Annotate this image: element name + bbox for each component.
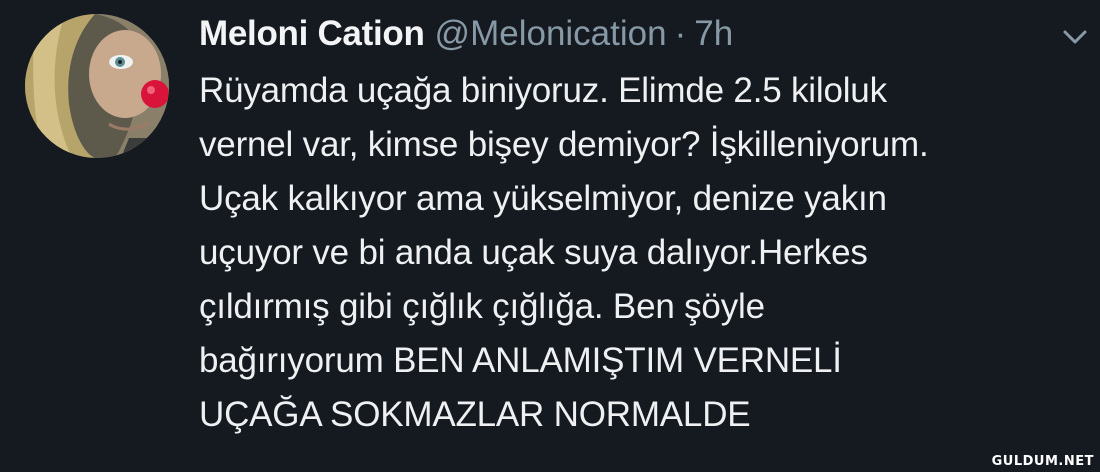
chevron-down-icon	[1063, 30, 1087, 44]
display-name[interactable]: Meloni Cation	[199, 14, 425, 54]
user-handle[interactable]: @Melonication	[435, 14, 667, 54]
tweet-text-line: çıldırmış gibi çığlık çığlığa. Ben şöyle	[199, 287, 765, 326]
avatar[interactable]	[25, 14, 169, 158]
tweet-text: Rüyamda uçağa biniyoruz. Elimde 2.5 kilo…	[199, 64, 1089, 442]
tweet-text-line: Uçak kalkıyor ama yükselmiyor, denize ya…	[199, 179, 887, 218]
tweet-card: Meloni Cation @Melonication · 7h Rüyamda…	[0, 0, 1100, 472]
watermark: GULDUM.NET	[991, 454, 1094, 469]
tweet-text-line: uçuyor ve bi anda uçak suya dalıyor.Herk…	[199, 233, 868, 272]
tweet-text-line: Rüyamda uçağa biniyoruz. Elimde 2.5 kilo…	[199, 71, 887, 110]
profile-photo-icon	[25, 14, 169, 158]
tweet-text-line: bağırıyorum BEN ANLAMIŞTIM VERNELİ	[199, 341, 842, 380]
tweet-text-line: vernel var, kimse bişey demiyor? İşkille…	[199, 125, 929, 164]
tweet-header: Meloni Cation @Melonication · 7h	[199, 14, 733, 58]
header-separator: ·	[674, 14, 687, 53]
tweet-text-line: UÇAĞA SOKMAZLAR NORMALDE	[199, 395, 751, 434]
tweet-menu-button[interactable]	[1060, 26, 1090, 48]
tweet-timestamp[interactable]: 7h	[694, 14, 733, 54]
